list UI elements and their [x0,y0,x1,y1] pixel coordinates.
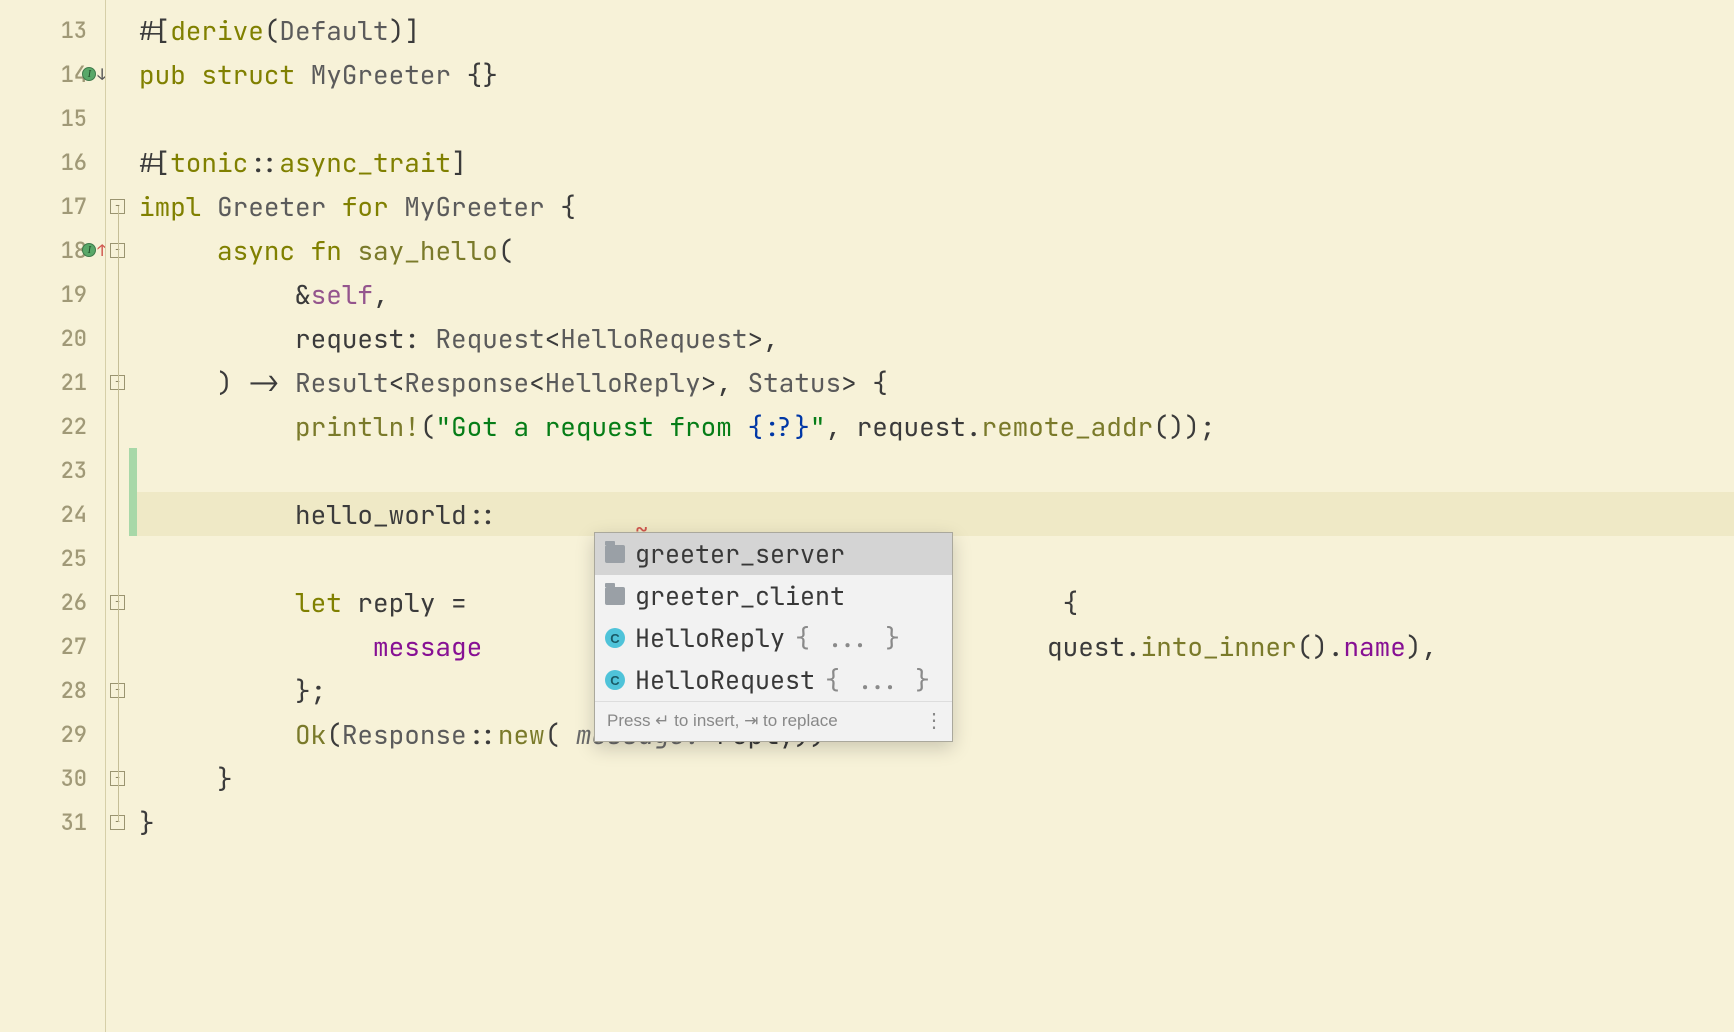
gutter-row: 26 [0,580,105,624]
line-number: 31 [61,808,87,837]
code-line[interactable]: println!("Got a request from {:?}", requ… [129,404,1734,448]
gutter-row: 15 [0,96,105,140]
code-line[interactable]: pub struct MyGreeter {} [129,52,1734,96]
code-content: } [139,805,155,840]
completion-item[interactable]: greeter_server [595,533,952,575]
code-content: let reply = [139,585,482,620]
code-area[interactable]: #[derive(Default)] pub struct MyGreeter {… [129,0,1734,1032]
completion-extra: { ... } [825,663,930,697]
completion-label: greeter_client [635,579,845,613]
fold-column: −−−−−−− [105,0,129,1032]
more-icon[interactable]: ⋮ [924,708,942,733]
gutter-marker[interactable]: I↓ [82,64,107,85]
code-line[interactable]: #[tonic::async_trait] [129,140,1734,184]
fold-row [106,8,129,52]
interface-marker-icon: I [82,243,96,257]
code-content: hello_world:: [139,497,498,532]
line-number: 16 [61,148,87,177]
class-icon: C [605,628,625,648]
code-line[interactable] [129,448,1734,492]
fold-row [106,140,129,184]
code-line[interactable]: &self, [129,272,1734,316]
code-content: println!("Got a request from {:?}", requ… [139,409,1216,444]
fold-guide-line [118,206,119,822]
module-icon [605,587,625,605]
gutter-row: 28 [0,668,105,712]
completion-label: greeter_server [635,537,845,571]
line-number: 21 [61,368,87,397]
fold-row [106,52,129,96]
gutter: 13 14I↓ 15 16 17 18I↑ 19 20 21 22 23 24 25 26 27 28 29 30… [0,0,105,1032]
code-line[interactable]: impl Greeter for MyGreeter { [129,184,1734,228]
gutter-row: 14I↓ [0,52,105,96]
line-number: 27 [61,632,87,661]
code-line[interactable]: async fn say_hello( [129,228,1734,272]
code-content: &self, [139,277,389,312]
gutter-row: 22 [0,404,105,448]
completion-label: HelloRequest [635,663,815,697]
gutter-row: 29 [0,712,105,756]
gutter-row: 18I↑ [0,228,105,272]
gutter-row: 20 [0,316,105,360]
line-number: 19 [61,280,87,309]
code-content: #[tonic::async_trait] [139,145,467,180]
gutter-marker[interactable]: I↑ [82,240,107,261]
gutter-row: 16 [0,140,105,184]
code-content: }; [139,673,326,708]
code-line[interactable]: #[derive(Default)] [129,8,1734,52]
line-number: 15 [61,104,87,133]
gutter-row: 17 [0,184,105,228]
code-content: ) -> Result<Response<HelloReply>, Status… [139,365,888,400]
class-icon: C [605,670,625,690]
code-content: #[derive(Default)] [139,13,420,48]
completion-label: HelloReply [635,621,785,655]
code-content: message [139,629,482,664]
fold-row [106,96,129,140]
code-line[interactable]: } [129,800,1734,844]
line-number: 30 [61,764,87,793]
code-line[interactable]: ) -> Result<Response<HelloReply>, Status… [129,360,1734,404]
code-content: impl Greeter for MyGreeter { [139,189,576,224]
code-content: pub struct MyGreeter {} [139,57,498,92]
interface-marker-icon: I [82,67,96,81]
code-line[interactable] [129,96,1734,140]
line-number: 22 [61,412,87,441]
line-number: 28 [61,676,87,705]
code-content: request: Request<HelloRequest>, [139,321,779,356]
line-number: 26 [61,588,87,617]
gutter-row: 25 [0,536,105,580]
line-number: 17 [61,192,87,221]
gutter-row: 21 [0,360,105,404]
line-number: 24 [61,500,87,529]
change-stripe [129,492,137,536]
gutter-row: 27 [0,624,105,668]
gutter-row: 23 [0,448,105,492]
gutter-row: 19 [0,272,105,316]
gutter-row: 24 [0,492,105,536]
code-content: async fn say_hello( [139,233,513,268]
code-line[interactable]: } [129,756,1734,800]
completion-extra: { ... } [795,621,900,655]
gutter-row: 13 [0,8,105,52]
line-number: 25 [61,544,87,573]
completion-popup[interactable]: greeter_server greeter_client C HelloReply … [594,532,953,742]
line-number: 13 [61,16,87,45]
code-line[interactable]: hello_world::~ [129,492,1734,536]
completion-item[interactable]: C HelloRequest { ... } [595,659,952,701]
line-number: 20 [61,324,87,353]
line-number: 29 [61,720,87,749]
gutter-row: 31 [0,800,105,844]
change-stripe [129,448,137,492]
completion-item[interactable]: greeter_client [595,575,952,617]
code-line[interactable]: request: Request<HelloRequest>, [129,316,1734,360]
completion-hint: Press ↵ to insert, ⇥ to replace⋮ [595,701,952,741]
code-content: } [139,761,233,796]
completion-item[interactable]: C HelloReply { ... } [595,617,952,659]
module-icon [605,545,625,563]
gutter-row: 30 [0,756,105,800]
line-number: 23 [61,456,87,485]
